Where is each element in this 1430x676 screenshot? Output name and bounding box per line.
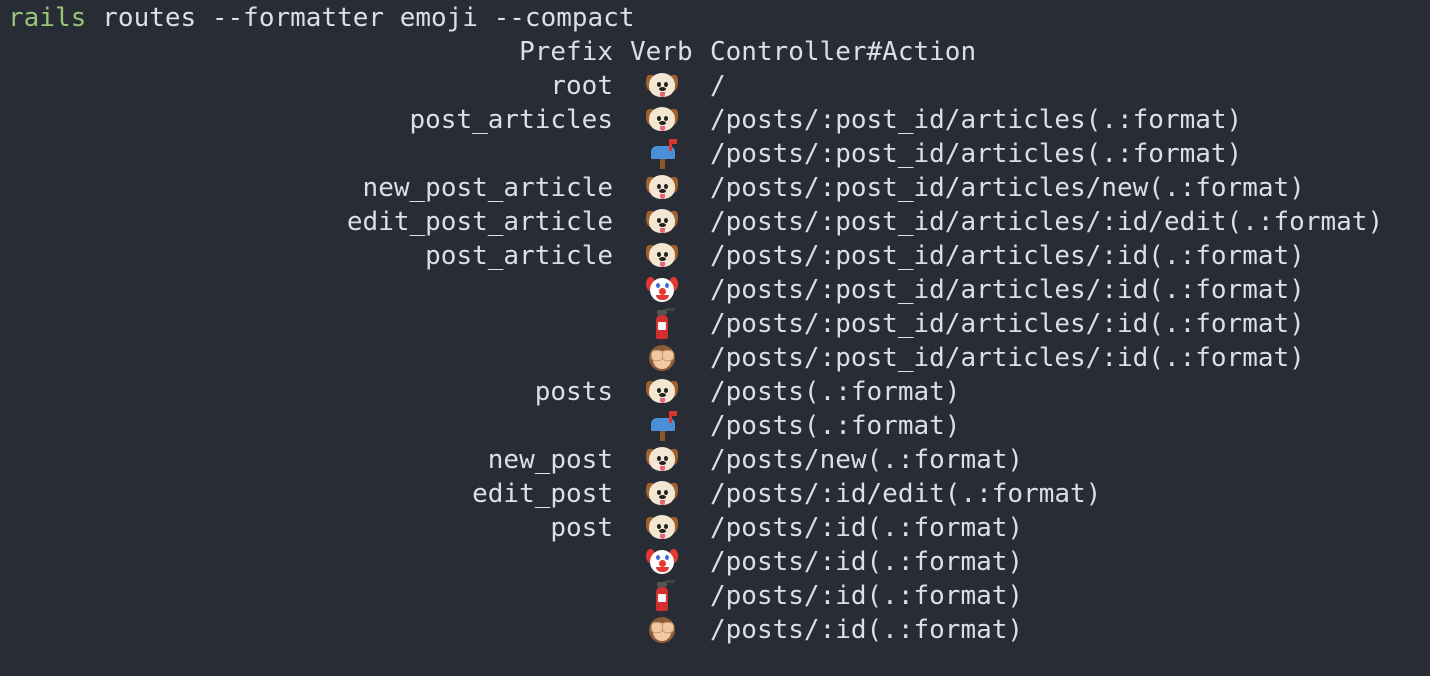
extinguisher-icon <box>645 307 679 341</box>
route-row: post/posts/:id(.:format) <box>8 511 1430 545</box>
dog-icon <box>645 103 679 137</box>
route-path: /posts(.:format) <box>710 377 961 407</box>
route-row: post_article/posts/:post_id/articles/:id… <box>8 239 1430 273</box>
dog-icon <box>645 443 679 477</box>
dog-icon <box>645 477 679 511</box>
route-verb <box>613 171 710 206</box>
command-arguments: routes --formatter emoji --compact <box>102 3 635 33</box>
dog-icon <box>645 205 679 239</box>
mailbox-icon <box>645 409 679 443</box>
route-prefix: post_article <box>425 241 613 271</box>
route-prefix: edit_post_article <box>346 207 613 237</box>
route-verb <box>613 477 710 512</box>
route-row: /posts/:id(.:format) <box>8 545 1430 579</box>
route-path: /posts/:post_id/articles/new(.:format) <box>710 173 1305 203</box>
route-path: /posts/:post_id/articles/:id(.:format) <box>710 275 1305 305</box>
route-prefix: post_articles <box>409 105 614 135</box>
route-prefix: edit_post <box>472 479 613 509</box>
route-verb <box>613 69 710 104</box>
route-row: posts/posts(.:format) <box>8 375 1430 409</box>
header-action: Controller#Action <box>710 37 977 67</box>
route-verb <box>613 443 710 478</box>
route-verb <box>613 545 710 580</box>
extinguisher-icon <box>645 579 679 613</box>
route-prefix: root <box>550 71 613 101</box>
route-path: /posts/:post_id/articles/:id/edit(.:form… <box>710 207 1384 237</box>
monkey-icon <box>645 613 679 647</box>
header-prefix: Prefix <box>519 37 613 67</box>
route-verb <box>613 103 710 138</box>
route-row: /posts/:id(.:format) <box>8 613 1430 647</box>
routes-header: Prefix Verb Controller#Action <box>8 35 1430 69</box>
dog-icon <box>645 171 679 205</box>
route-path: /posts/:post_id/articles(.:format) <box>710 139 1243 169</box>
route-prefix: post <box>550 513 613 543</box>
header-verb: Verb <box>630 37 693 67</box>
route-verb <box>613 137 710 172</box>
route-verb <box>613 409 710 444</box>
route-path: /posts/new(.:format) <box>710 445 1024 475</box>
route-verb <box>613 511 710 546</box>
route-path: /posts/:post_id/articles(.:format) <box>710 105 1243 135</box>
route-prefix: new_post_article <box>362 173 613 203</box>
routes-list: root / post_articles/posts/:post_id/articl… <box>8 69 1430 647</box>
dog-icon <box>645 511 679 545</box>
route-path: /posts/:id(.:format) <box>710 547 1024 577</box>
terminal-window[interactable]: rails routes --formatter emoji --compact … <box>0 0 1430 676</box>
route-path: /posts/:id(.:format) <box>710 581 1024 611</box>
monkey-icon <box>645 341 679 375</box>
route-verb <box>613 613 710 648</box>
route-path: / <box>710 71 726 101</box>
route-verb <box>613 341 710 376</box>
route-row: /posts/:post_id/articles/:id(.:format) <box>8 341 1430 375</box>
route-row: /posts/:post_id/articles/:id(.:format) <box>8 273 1430 307</box>
route-row: new_post_article/posts/:post_id/articles… <box>8 171 1430 205</box>
dog-icon <box>645 375 679 409</box>
route-verb <box>613 579 710 614</box>
route-row: /posts/:post_id/articles/:id(.:format) <box>8 307 1430 341</box>
route-verb <box>613 239 710 274</box>
route-row: post_articles/posts/:post_id/articles(.:… <box>8 103 1430 137</box>
route-row: new_post/posts/new(.:format) <box>8 443 1430 477</box>
route-row: edit_post_article/posts/:post_id/article… <box>8 205 1430 239</box>
route-verb <box>613 205 710 240</box>
route-row: /posts(.:format) <box>8 409 1430 443</box>
route-prefix: posts <box>534 377 613 407</box>
command-program: rails <box>8 3 87 33</box>
route-row: /posts/:post_id/articles(.:format) <box>8 137 1430 171</box>
route-prefix: new_post <box>487 445 613 475</box>
route-verb <box>613 307 710 342</box>
clown-icon <box>645 273 679 307</box>
route-verb <box>613 273 710 308</box>
route-path: /posts/:id/edit(.:format) <box>710 479 1102 509</box>
route-verb <box>613 375 710 410</box>
route-path: /posts(.:format) <box>710 411 961 441</box>
route-path: /posts/:post_id/articles/:id(.:format) <box>710 343 1305 373</box>
route-path: /posts/:post_id/articles/:id(.:format) <box>710 309 1305 339</box>
mailbox-icon <box>645 137 679 171</box>
route-path: /posts/:post_id/articles/:id(.:format) <box>710 241 1305 271</box>
route-row: edit_post/posts/:id/edit(.:format) <box>8 477 1430 511</box>
route-path: /posts/:id(.:format) <box>710 513 1024 543</box>
dog-icon <box>645 239 679 273</box>
command-line: rails routes --formatter emoji --compact <box>8 1 1430 35</box>
clown-icon <box>645 545 679 579</box>
route-row: /posts/:id(.:format) <box>8 579 1430 613</box>
route-path: /posts/:id(.:format) <box>710 615 1024 645</box>
route-row: root / <box>8 69 1430 103</box>
dog-icon <box>645 69 679 103</box>
